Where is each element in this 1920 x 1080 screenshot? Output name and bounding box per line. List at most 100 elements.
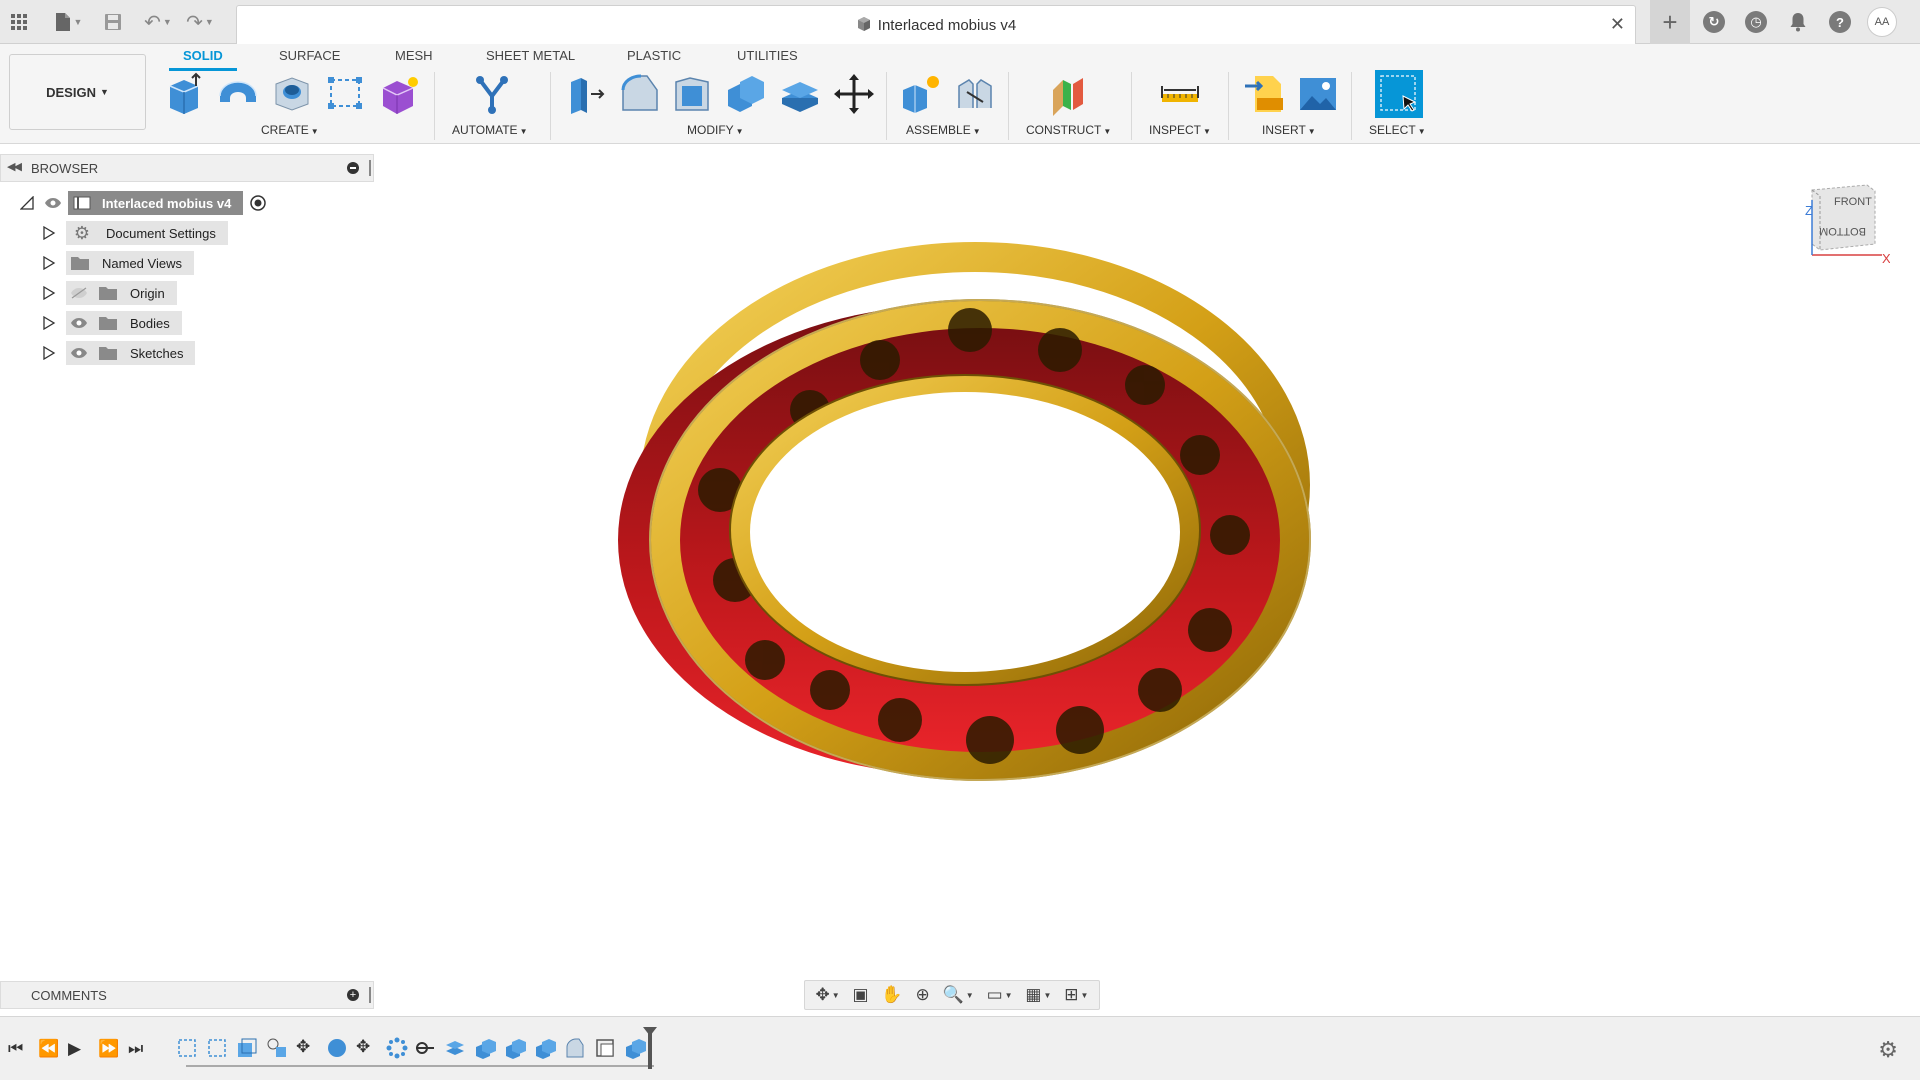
timeline-offset-icon[interactable]	[444, 1037, 466, 1059]
zoom-button[interactable]: ⊕	[915, 985, 929, 1005]
add-comment-icon[interactable]: +	[347, 989, 359, 1001]
press-pull-button[interactable]	[563, 72, 607, 116]
timeline-sweep-icon[interactable]	[236, 1037, 258, 1059]
play-icon[interactable]: ▶	[68, 1039, 81, 1059]
visibility-eye-icon[interactable]	[70, 317, 88, 329]
go-to-start-icon[interactable]: ⏮	[8, 1039, 23, 1059]
shell-button[interactable]	[670, 72, 714, 116]
document-tab[interactable]: Interlaced mobius v4 ✕	[236, 5, 1636, 44]
timeline-split-icon[interactable]	[414, 1037, 436, 1059]
timeline-combine-icon[interactable]	[474, 1037, 496, 1059]
timeline-pattern-icon[interactable]	[386, 1037, 408, 1059]
timeline-sketch-icon[interactable]	[206, 1037, 228, 1059]
group-label-create[interactable]: CREATE ▼	[261, 123, 319, 137]
pan-button[interactable]: ✋	[881, 985, 902, 1005]
combine-button[interactable]	[724, 72, 768, 116]
measure-button[interactable]	[1158, 72, 1202, 116]
hidden-eye-icon[interactable]	[70, 287, 88, 299]
timeline-combine-icon[interactable]	[624, 1037, 646, 1059]
app-grid-icon[interactable]	[2, 5, 36, 39]
panel-resize-handle[interactable]	[369, 987, 371, 1003]
group-label-select[interactable]: SELECT ▼	[1369, 123, 1426, 137]
display-settings-button[interactable]: ▭ ▼	[987, 985, 1013, 1005]
notifications-button[interactable]	[1780, 4, 1816, 40]
step-forward-icon[interactable]: ⏩	[98, 1039, 119, 1059]
file-menu-button[interactable]: ▼	[46, 5, 90, 39]
group-label-automate[interactable]: AUTOMATE ▼	[452, 123, 527, 137]
select-button[interactable]	[1375, 70, 1423, 118]
timeline-move-icon[interactable]: ✥	[296, 1037, 310, 1057]
viewcube-bottom-label[interactable]: BOTTOM	[1819, 225, 1866, 237]
timeline-path-icon[interactable]	[266, 1037, 288, 1059]
timeline-sketch-icon[interactable]	[176, 1037, 198, 1059]
visibility-eye-icon[interactable]	[44, 197, 62, 209]
group-label-insert[interactable]: INSERT ▼	[1262, 123, 1316, 137]
timeline-combine-icon[interactable]	[504, 1037, 526, 1059]
timeline-fillet-icon[interactable]	[564, 1037, 586, 1059]
browser-item-named-views[interactable]: Named Views	[42, 251, 194, 275]
timeline-combine-icon[interactable]	[534, 1037, 556, 1059]
orbit-button[interactable]: ✥ ▼	[815, 985, 839, 1005]
collapsed-triangle-icon[interactable]	[42, 226, 56, 240]
insert-canvas-button[interactable]	[1296, 72, 1340, 116]
insert-svg-button[interactable]	[1243, 72, 1287, 116]
help-button[interactable]: ?	[1822, 4, 1858, 40]
offset-plane-button[interactable]	[1047, 72, 1091, 116]
tab-mesh[interactable]: MESH	[395, 48, 433, 63]
move-copy-button[interactable]	[832, 72, 876, 116]
group-label-construct[interactable]: CONSTRUCT ▼	[1026, 123, 1111, 137]
fit-button[interactable]: 🔍 ▼	[943, 985, 974, 1005]
new-tab-button[interactable]: +	[1650, 0, 1690, 44]
tab-solid[interactable]: SOLID	[169, 48, 237, 71]
timeline-settings-gear-icon[interactable]: ⚙	[1878, 1037, 1898, 1063]
close-tab-icon[interactable]: ✕	[1610, 14, 1625, 35]
viewcube-front-label[interactable]: FRONT	[1834, 196, 1872, 208]
create-form-button[interactable]	[377, 72, 421, 116]
extrude-button[interactable]	[162, 72, 206, 116]
browser-item-bodies[interactable]: Bodies	[42, 311, 182, 335]
new-component-button[interactable]	[899, 72, 943, 116]
group-label-modify[interactable]: MODIFY ▼	[687, 123, 744, 137]
tab-sheet-metal[interactable]: SHEET METAL	[486, 48, 575, 63]
minimize-panel-icon[interactable]	[347, 162, 359, 174]
timeline-shell-icon[interactable]	[594, 1037, 616, 1059]
panel-resize-handle[interactable]	[369, 160, 371, 176]
interlaced-mobius-model[interactable]	[560, 210, 1360, 830]
undo-button[interactable]: ↶ ▼	[138, 5, 178, 39]
create-sketch-button[interactable]	[323, 72, 367, 116]
grid-settings-button[interactable]: ▦ ▼	[1025, 985, 1051, 1005]
view-cube[interactable]: FRONT BOTTOM Z X	[1790, 180, 1890, 280]
timeline-marker[interactable]	[643, 1027, 657, 1069]
visibility-eye-icon[interactable]	[70, 347, 88, 359]
automate-button[interactable]	[470, 72, 514, 116]
job-status-button[interactable]: ◷	[1738, 4, 1774, 40]
save-button[interactable]	[96, 5, 130, 39]
group-label-inspect[interactable]: INSPECT ▼	[1149, 123, 1211, 137]
activate-radio-icon[interactable]	[249, 194, 267, 212]
look-at-button[interactable]: ▣	[852, 985, 868, 1005]
timeline-move-icon[interactable]: ✥	[356, 1037, 370, 1057]
browser-root-node[interactable]: Interlaced mobius v4	[20, 191, 267, 215]
tab-surface[interactable]: SURFACE	[279, 48, 340, 63]
browser-item-sketches[interactable]: Sketches	[42, 341, 196, 365]
workspace-switcher[interactable]: DESIGN ▼	[9, 54, 146, 130]
browser-item-origin[interactable]: Origin	[42, 281, 177, 305]
extensions-button[interactable]: ↻	[1696, 4, 1732, 40]
offset-face-button[interactable]	[778, 72, 822, 116]
redo-button[interactable]: ↷ ▼	[180, 5, 220, 39]
timeline-sphere-icon[interactable]	[326, 1037, 348, 1059]
hole-button[interactable]	[270, 72, 314, 116]
collapsed-triangle-icon[interactable]	[42, 286, 56, 300]
collapsed-triangle-icon[interactable]	[42, 256, 56, 270]
tab-plastic[interactable]: PLASTIC	[627, 48, 681, 63]
collapsed-triangle-icon[interactable]	[42, 346, 56, 360]
viewports-button[interactable]: ⊞ ▼	[1064, 985, 1088, 1005]
joint-button[interactable]	[953, 72, 997, 116]
group-label-assemble[interactable]: ASSEMBLE ▼	[906, 123, 981, 137]
step-back-icon[interactable]: ⏪	[38, 1039, 59, 1059]
go-to-end-icon[interactable]: ⏭	[128, 1039, 143, 1059]
browser-item-document-settings[interactable]: ⚙ Document Settings	[42, 221, 228, 245]
expanded-triangle-icon[interactable]	[20, 196, 34, 210]
revolve-button[interactable]	[216, 72, 260, 116]
fillet-button[interactable]	[617, 72, 661, 116]
